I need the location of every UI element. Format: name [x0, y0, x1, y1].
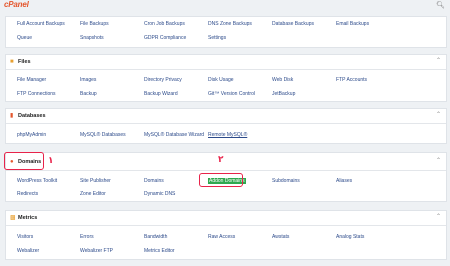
queue-link[interactable]: Queue [17, 35, 32, 41]
backups-panel: Full Account Backups File Backups Cron J… [5, 16, 447, 48]
bandwidth-link[interactable]: Bandwidth [144, 234, 167, 240]
database-backups-link[interactable]: Database Backups [272, 21, 314, 27]
disk-usage-link[interactable]: Disk Usage [208, 77, 234, 83]
chevron-up-icon[interactable]: ⌃ [436, 111, 441, 118]
jetbackup-link[interactable]: JetBackup [272, 91, 295, 97]
git-version-control-link[interactable]: Git™ Version Control [208, 91, 255, 97]
addon-domains-highlight-box [199, 173, 243, 187]
backup-wizard-link[interactable]: Backup Wizard [144, 91, 178, 97]
images-link[interactable]: Images [80, 77, 96, 83]
metrics-panel-title: Metrics [18, 215, 38, 221]
databases-panel-header[interactable]: ▮ Databases ⌃ [6, 109, 446, 124]
annotation-number-1: ١ [48, 155, 54, 165]
mysql-database-wizard-link[interactable]: MySQL® Database Wizard [144, 132, 204, 138]
metrics-editor-link[interactable]: Metrics Editor [144, 248, 175, 254]
webalizer-ftp-link[interactable]: Webalizer FTP [80, 248, 113, 254]
raw-access-link[interactable]: Raw Access [208, 234, 235, 240]
zone-editor-link[interactable]: Zone Editor [80, 191, 106, 197]
subdomains-link[interactable]: Subdomains [272, 178, 300, 184]
wordpress-toolkit-link[interactable]: WordPress Toolkit [17, 178, 57, 184]
visitors-link[interactable]: Visitors [17, 234, 33, 240]
metrics-panel-header[interactable]: ▩ Metrics ⌃ [6, 211, 446, 226]
annotation-number-2: ٢ [218, 154, 224, 164]
email-backups-link[interactable]: Email Backups [336, 21, 369, 27]
analog-stats-link[interactable]: Analog Stats [336, 234, 364, 240]
errors-link[interactable]: Errors [80, 234, 94, 240]
files-panel-header[interactable]: ■ Files ⌃ [6, 55, 446, 70]
search-icon[interactable]: 🔍︎ [436, 1, 445, 9]
snapshots-link[interactable]: Snapshots [80, 35, 104, 41]
awstats-link[interactable]: Awstats [272, 234, 289, 240]
file-manager-link[interactable]: File Manager [17, 77, 46, 83]
dynamic-dns-link[interactable]: Dynamic DNS [144, 191, 175, 197]
redirects-link[interactable]: Redirects [17, 191, 38, 197]
backup-link[interactable]: Backup [80, 91, 97, 97]
remote-mysql-link[interactable]: Remote MySQL® [208, 132, 247, 138]
aliases-link[interactable]: Aliases [336, 178, 352, 184]
ftp-accounts-link[interactable]: FTP Accounts [336, 77, 367, 83]
databases-panel-title: Databases [18, 113, 46, 119]
file-backups-link[interactable]: File Backups [80, 21, 109, 27]
domains-link[interactable]: Domains [144, 178, 164, 184]
folder-icon: ■ [10, 59, 14, 65]
domains-panel-header[interactable]: ● Domains ⌃ [6, 153, 446, 171]
settings-link[interactable]: Settings [208, 35, 226, 41]
database-icon: ▮ [10, 113, 14, 119]
web-disk-link[interactable]: Web Disk [272, 77, 293, 83]
full-account-backups-link[interactable]: Full Account Backups [17, 21, 65, 27]
cpanel-logo[interactable]: cPanel [4, 0, 29, 9]
cron-job-backups-link[interactable]: Cron Job Backups [144, 21, 185, 27]
files-panel: ■ Files ⌃ File Manager Images Directory … [5, 54, 447, 102]
domains-highlight-box [4, 152, 44, 170]
ftp-connections-link[interactable]: FTP Connections [17, 91, 56, 97]
site-publisher-link[interactable]: Site Publisher [80, 178, 111, 184]
mysql-databases-link[interactable]: MySQL® Databases [80, 132, 126, 138]
directory-privacy-link[interactable]: Directory Privacy [144, 77, 182, 83]
dns-zone-backups-link[interactable]: DNS Zone Backups [208, 21, 252, 27]
chevron-up-icon[interactable]: ⌃ [436, 57, 441, 64]
metrics-panel: ▩ Metrics ⌃ Visitors Errors Bandwidth Ra… [5, 210, 447, 260]
top-bar: cPanel 🔍︎ [0, 0, 450, 11]
phpmyadmin-link[interactable]: phpMyAdmin [17, 132, 46, 138]
webalizer-link[interactable]: Webalizer [17, 248, 39, 254]
chevron-up-icon[interactable]: ⌃ [436, 213, 441, 220]
files-panel-title: Files [18, 59, 31, 65]
chart-icon: ▩ [10, 215, 16, 221]
gdpr-compliance-link[interactable]: GDPR Compliance [144, 35, 186, 41]
databases-panel: ▮ Databases ⌃ phpMyAdmin MySQL® Database… [5, 108, 447, 144]
chevron-up-icon[interactable]: ⌃ [436, 157, 441, 164]
